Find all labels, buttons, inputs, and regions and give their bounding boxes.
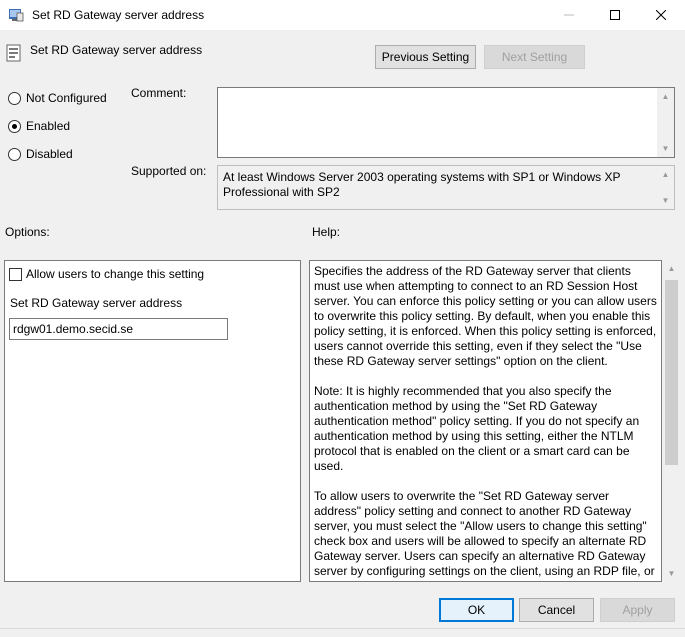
server-address-label: Set RD Gateway server address xyxy=(10,296,183,310)
radio-label: Enabled xyxy=(26,119,71,133)
radio-button[interactable] xyxy=(8,91,21,105)
help-paragraph: To allow users to overwrite the "Set RD … xyxy=(314,489,655,581)
maximize-button[interactable] xyxy=(592,0,638,30)
comment-label: Comment: xyxy=(131,86,187,100)
setting-title: Set RD Gateway server address xyxy=(30,43,203,57)
supported-box: At least Windows Server 2003 operating s… xyxy=(217,165,675,210)
radio-enabled[interactable]: Enabled xyxy=(8,119,70,133)
help-label: Help: xyxy=(312,225,341,239)
allow-change-checkbox-row[interactable]: Allow users to change this setting xyxy=(9,267,204,281)
help-paragraph: Specifies the address of the RD Gateway … xyxy=(314,264,657,368)
cancel-button[interactable]: Cancel xyxy=(519,598,594,622)
comment-textarea[interactable]: ▲ ▼ xyxy=(217,87,675,158)
minimize-icon xyxy=(564,14,574,16)
minimize-button[interactable] xyxy=(546,0,592,30)
maximize-icon xyxy=(610,10,620,20)
scroll-down-icon[interactable]: ▼ xyxy=(657,192,674,209)
policy-app-icon xyxy=(9,9,24,22)
help-text: Specifies the address of the RD Gateway … xyxy=(314,264,659,581)
scroll-up-icon[interactable]: ▲ xyxy=(663,260,680,277)
close-icon xyxy=(656,10,666,20)
supported-text: At least Windows Server 2003 operating s… xyxy=(223,170,621,199)
scroll-down-icon[interactable]: ▼ xyxy=(657,140,674,157)
scroll-down-icon[interactable]: ▼ xyxy=(663,565,680,582)
bottom-divider xyxy=(0,628,685,629)
comment-scrollbar[interactable]: ▲ ▼ xyxy=(657,88,674,157)
title-bar: Set RD Gateway server address xyxy=(0,0,685,30)
ok-button[interactable]: OK xyxy=(439,598,514,622)
help-panel: Specifies the address of the RD Gateway … xyxy=(309,260,662,582)
options-panel: Allow users to change this setting Set R… xyxy=(4,260,301,582)
help-paragraph: Note: It is highly recommended that you … xyxy=(314,384,640,473)
scroll-up-icon[interactable]: ▲ xyxy=(657,88,674,105)
allow-change-label: Allow users to change this setting xyxy=(26,267,205,281)
close-button[interactable] xyxy=(638,0,684,30)
radio-label: Disabled xyxy=(26,147,73,161)
window-title: Set RD Gateway server address xyxy=(32,8,205,22)
apply-button[interactable]: Apply xyxy=(600,598,675,622)
radio-button[interactable] xyxy=(8,119,21,133)
scroll-up-icon[interactable]: ▲ xyxy=(657,166,674,183)
help-scrollbar[interactable]: ▲ ▼ xyxy=(663,260,680,582)
options-label: Options: xyxy=(5,225,50,239)
radio-disabled[interactable]: Disabled xyxy=(8,147,73,161)
supported-scrollbar[interactable]: ▲ ▼ xyxy=(657,166,674,209)
next-setting-button[interactable]: Next Setting xyxy=(484,45,585,69)
radio-label: Not Configured xyxy=(26,91,107,105)
server-address-input[interactable] xyxy=(9,318,228,340)
policy-setting-icon xyxy=(6,44,21,62)
allow-change-checkbox[interactable] xyxy=(9,267,22,281)
previous-setting-button[interactable]: Previous Setting xyxy=(375,45,476,69)
radio-button[interactable] xyxy=(8,147,21,161)
scroll-thumb[interactable] xyxy=(665,280,678,465)
radio-not-configured[interactable]: Not Configured xyxy=(8,91,107,105)
supported-label: Supported on: xyxy=(131,164,207,178)
